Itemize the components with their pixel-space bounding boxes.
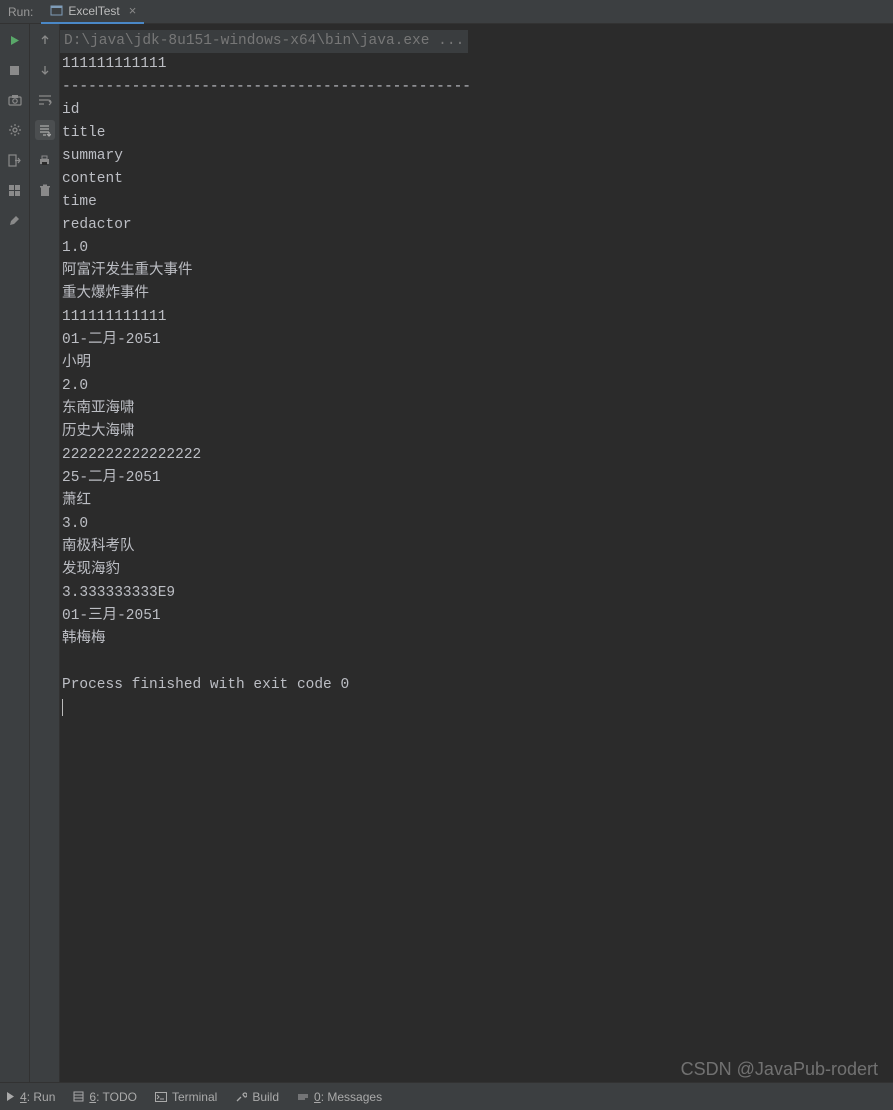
footer-build[interactable]: Build (235, 1090, 279, 1104)
layout-icon[interactable] (5, 180, 25, 200)
soft-wrap-icon[interactable] (35, 90, 55, 110)
up-arrow-icon[interactable] (35, 30, 55, 50)
run-label: Run: (0, 5, 41, 19)
messages-icon (297, 1092, 309, 1102)
pin-icon[interactable] (5, 210, 25, 230)
footer-run-label: : Run (27, 1090, 56, 1104)
scroll-to-end-icon[interactable] (35, 120, 55, 140)
messages-mnemonic: 0 (314, 1090, 321, 1104)
status-bar: 4: Run 6: TODO Terminal Build 0: Message… (0, 1082, 893, 1110)
rerun-button[interactable] (5, 30, 25, 50)
footer-run[interactable]: 4: Run (6, 1090, 55, 1104)
run-config-icon (49, 4, 63, 18)
close-icon[interactable]: × (129, 3, 137, 18)
footer-todo-label: : TODO (96, 1090, 137, 1104)
command-line: D:\java\jdk-8u151-windows-x64\bin\java.e… (60, 30, 468, 53)
print-icon[interactable] (35, 150, 55, 170)
left-gutter (0, 24, 30, 1082)
stop-button[interactable] (5, 60, 25, 80)
run-mnemonic: 4 (20, 1090, 27, 1104)
settings-icon[interactable] (5, 120, 25, 140)
todo-icon (73, 1091, 84, 1102)
trash-icon[interactable] (35, 180, 55, 200)
footer-todo[interactable]: 6: TODO (73, 1090, 137, 1104)
main-area: D:\java\jdk-8u151-windows-x64\bin\java.e… (0, 24, 893, 1082)
footer-messages-label: : Messages (321, 1090, 382, 1104)
second-gutter (30, 24, 60, 1082)
exit-icon[interactable] (5, 150, 25, 170)
terminal-icon (155, 1092, 167, 1102)
play-icon (6, 1092, 15, 1101)
footer-terminal[interactable]: Terminal (155, 1090, 217, 1104)
cursor (62, 699, 63, 716)
footer-build-label: Build (252, 1090, 279, 1104)
footer-terminal-label: Terminal (172, 1090, 217, 1104)
console-output[interactable]: D:\java\jdk-8u151-windows-x64\bin\java.e… (60, 24, 893, 1082)
footer-messages[interactable]: 0: Messages (297, 1090, 382, 1104)
down-arrow-icon[interactable] (35, 60, 55, 80)
run-header: Run: ExcelTest × (0, 0, 893, 24)
camera-icon[interactable] (5, 90, 25, 110)
run-tab-label: ExcelTest (68, 4, 119, 18)
build-icon (235, 1091, 247, 1103)
run-tab[interactable]: ExcelTest × (41, 0, 144, 24)
